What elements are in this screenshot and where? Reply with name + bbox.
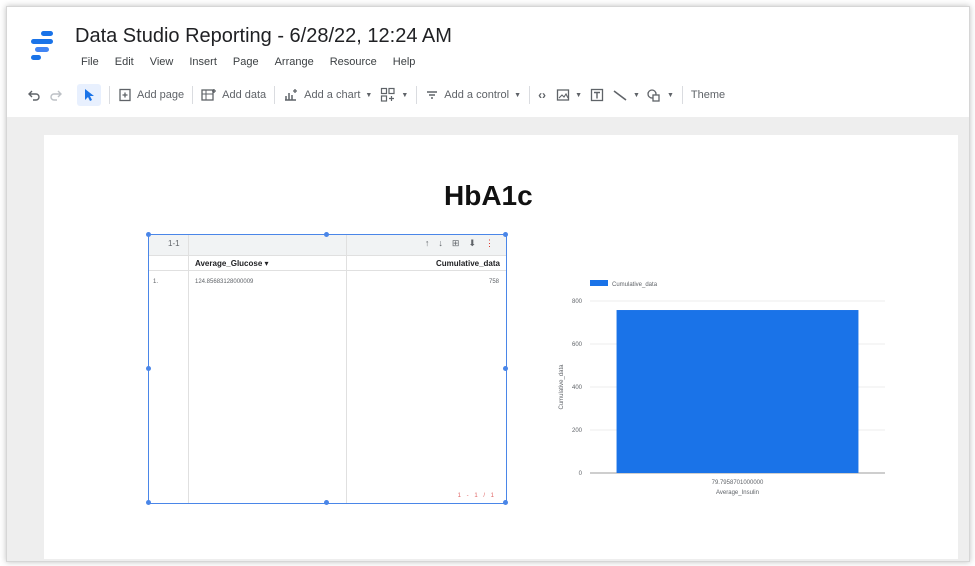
line-icon xyxy=(613,90,627,101)
x-tick-label: 79.7958701000000 xyxy=(712,480,764,486)
add-page-icon xyxy=(119,88,131,102)
text-button[interactable] xyxy=(590,88,604,102)
x-axis-title: Average_Insulin xyxy=(716,490,759,496)
community-viz-icon xyxy=(381,87,395,102)
table-pagination[interactable]: 1 - 1 / 1 xyxy=(458,493,496,499)
sort-icon[interactable]: ↑ xyxy=(425,238,430,249)
undo-button[interactable] xyxy=(27,88,41,102)
y-axis-title: Cumulative_data xyxy=(559,364,565,410)
filter-icon xyxy=(427,91,438,99)
menu-file[interactable]: File xyxy=(81,56,99,68)
column-header-cumulative-data[interactable]: Cumulative_data xyxy=(436,259,500,268)
menu-edit[interactable]: Edit xyxy=(115,56,134,68)
image-button[interactable]: ▼ xyxy=(556,88,582,102)
export-icon[interactable]: ↓ xyxy=(438,238,443,249)
theme-button[interactable]: Theme xyxy=(691,89,725,101)
menu-insert[interactable]: Insert xyxy=(189,56,217,68)
resize-handle-mr[interactable] xyxy=(503,366,508,371)
url-embed-button[interactable]: ‹› xyxy=(538,88,546,102)
chevron-down-icon: ▼ xyxy=(365,91,373,99)
chevron-down-icon: ▼ xyxy=(575,91,582,99)
chevron-down-icon: ▼ xyxy=(514,91,522,99)
add-data-label: Add data xyxy=(222,89,267,101)
menu-resource[interactable]: Resource xyxy=(330,56,377,68)
legend-label: Cumulative_data xyxy=(612,282,658,288)
resize-handle-tm[interactable] xyxy=(324,232,329,237)
add-chart-button[interactable]: Add a chart ▼ xyxy=(283,88,372,102)
toolbar: Add page Add data Add a chart ▼ ▼ Add a … xyxy=(7,81,969,109)
line-button[interactable]: ▼ xyxy=(612,88,640,102)
app-window: Data Studio Reporting - 6/28/22, 12:24 A… xyxy=(6,6,970,562)
shape-icon xyxy=(647,89,660,102)
table-column-divider xyxy=(346,235,347,503)
resize-handle-bm[interactable] xyxy=(324,500,329,505)
add-data-button[interactable]: Add data xyxy=(201,88,266,102)
chevron-down-icon: ▼ xyxy=(401,91,409,99)
resize-handle-tr[interactable] xyxy=(503,232,508,237)
drill-icon[interactable]: ⊞ xyxy=(452,238,460,249)
y-tick-label: 0 xyxy=(579,471,583,477)
y-tick-label: 600 xyxy=(572,342,583,348)
resize-handle-br[interactable] xyxy=(503,500,508,505)
add-page-label: Add page xyxy=(137,89,185,101)
select-tool-button[interactable] xyxy=(77,84,101,106)
sort-desc-icon: ▾ xyxy=(264,259,269,268)
add-control-label: Add a control xyxy=(444,89,510,101)
text-box-icon xyxy=(590,88,604,102)
menu-bar: File Edit View Insert Page Arrange Resou… xyxy=(81,56,415,68)
column-header-average-glucose[interactable]: Average_Glucose ▾ xyxy=(195,259,269,268)
add-data-icon xyxy=(201,89,217,101)
report-title[interactable]: HbA1c xyxy=(444,180,533,212)
add-page-button[interactable]: Add page xyxy=(118,88,184,102)
image-icon xyxy=(556,89,570,101)
bar-chart[interactable]: Cumulative_data 0 200 400 600 800 79.795870100… xyxy=(545,269,905,509)
community-visualizations-button[interactable]: ▼ xyxy=(380,87,408,103)
add-chart-label: Add a chart xyxy=(304,89,361,101)
row-index: 1. xyxy=(153,279,159,285)
table-header: Average_Glucose ▾ Cumulative_data xyxy=(149,256,506,271)
y-tick-label: 800 xyxy=(572,299,583,305)
menu-page[interactable]: Page xyxy=(233,56,259,68)
resize-handle-ml[interactable] xyxy=(146,366,151,371)
resize-handle-bl[interactable] xyxy=(146,500,151,505)
table-tools: ↑ ↓ ⊞ ⬇ ⋮ xyxy=(425,238,494,249)
bar xyxy=(616,310,859,473)
theme-label: Theme xyxy=(690,89,726,101)
code-icon: ‹› xyxy=(538,88,547,102)
table-column-divider xyxy=(188,235,189,503)
shape-button[interactable]: ▼ xyxy=(646,88,674,102)
add-chart-icon xyxy=(285,89,298,101)
legend-swatch xyxy=(590,280,608,286)
menu-help[interactable]: Help xyxy=(393,56,416,68)
table-toolbar: 1-1 ↑ ↓ ⊞ ⬇ ⋮ xyxy=(149,235,506,256)
table-row-count: 1-1 xyxy=(168,239,180,248)
filter-icon[interactable]: ⬇ xyxy=(468,238,476,249)
redo-button[interactable] xyxy=(49,88,63,102)
menu-view[interactable]: View xyxy=(150,56,174,68)
resize-handle-tl[interactable] xyxy=(146,232,151,237)
chevron-down-icon: ▼ xyxy=(666,91,674,99)
cursor-icon xyxy=(85,89,94,101)
data-studio-logo-icon xyxy=(31,31,53,61)
chevron-down-icon: ▼ xyxy=(633,91,640,99)
report-name[interactable]: Data Studio Reporting - 6/28/22, 12:24 A… xyxy=(75,25,452,48)
y-tick-label: 400 xyxy=(572,385,583,391)
y-tick-label: 200 xyxy=(572,428,583,434)
menu-arrange[interactable]: Arrange xyxy=(275,56,314,68)
more-options-icon[interactable]: ⋮ xyxy=(485,238,494,249)
cell-cumulative-data: 758 xyxy=(488,279,499,285)
data-table[interactable]: 1-1 ↑ ↓ ⊞ ⬇ ⋮ Average_Glucose ▾ Cumulati… xyxy=(148,234,507,504)
cell-average-glucose: 124.85683128000009 xyxy=(195,279,254,285)
add-control-button[interactable]: Add a control ▼ xyxy=(425,88,521,102)
